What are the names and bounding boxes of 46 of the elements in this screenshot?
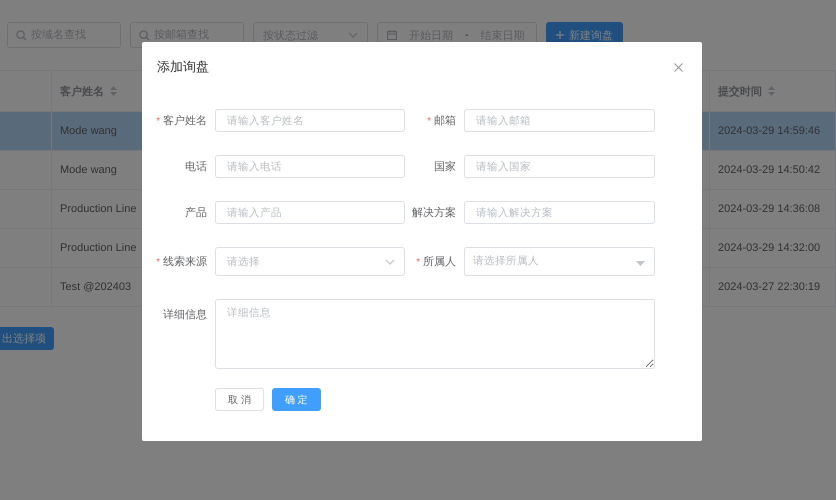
table-cell: Production Line [60, 242, 136, 254]
confirm-button[interactable]: 确 定 [272, 388, 321, 411]
field-label: 详细信息 [163, 308, 207, 322]
table-cell: 2024-03-29 14:36:08 [718, 203, 820, 215]
textarea-field[interactable]: 详细信息 [215, 299, 655, 369]
input-field[interactable]: 请输入客户姓名 [215, 109, 405, 132]
input-field[interactable]: 请输入电话 [215, 155, 405, 178]
field-label: 国家 [434, 160, 456, 174]
input-field[interactable]: 请输入产品 [215, 201, 405, 224]
input-field[interactable]: 请输入邮箱 [464, 109, 655, 132]
sort-icon[interactable] [768, 86, 775, 96]
table-cell: 2024-03-27 22:30:19 [718, 281, 820, 293]
field-label: 邮箱 [434, 114, 456, 128]
field-label: 产品 [185, 206, 207, 220]
chevron-icon [348, 32, 358, 38]
field-label: 所属人 [423, 255, 456, 269]
export-button[interactable]: 出选择项 [0, 327, 54, 350]
calendar-icon [387, 30, 397, 40]
field-label: 电话 [185, 160, 207, 174]
search-icon [139, 30, 150, 41]
required-mark: * [156, 257, 160, 268]
required-mark: * [156, 116, 160, 127]
field-label: 解决方案 [412, 206, 456, 220]
close-icon[interactable] [674, 62, 683, 72]
cancel-button[interactable]: 取 消 [215, 388, 264, 411]
required-mark: * [427, 116, 431, 127]
table-cell: 2024-03-29 14:59:46 [718, 125, 820, 137]
search-icon [16, 30, 27, 41]
plus-icon [556, 31, 564, 39]
select-field[interactable]: 请选择所属人 [464, 247, 655, 276]
table-cell: Mode wang [60, 125, 117, 137]
caret-icon [636, 261, 645, 266]
field-label: 线索来源 [163, 254, 207, 269]
table-cell: Production Line [60, 203, 136, 215]
field-label: 客户姓名 [163, 114, 207, 128]
table-cell: 2024-03-29 14:50:42 [718, 164, 820, 176]
input-field[interactable]: 请输入国家 [464, 155, 655, 178]
table-cell: Test @202403 [60, 281, 132, 293]
sort-icon[interactable] [110, 86, 117, 96]
dialog-title: 添加询盘 [157, 58, 209, 76]
table-cell: Mode wang [60, 164, 117, 176]
required-mark: * [416, 257, 420, 268]
chevron-icon [385, 258, 395, 264]
select-field[interactable]: 请选择 [215, 247, 405, 276]
table-cell: 2024-03-29 14:32:00 [718, 242, 820, 254]
input-field[interactable]: 请输入解决方案 [464, 201, 655, 224]
